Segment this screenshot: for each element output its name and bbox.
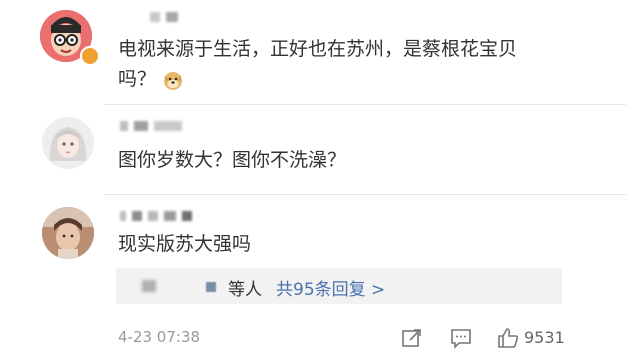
comment-text: 现实版苏大强吗 xyxy=(118,229,251,259)
like-icon[interactable] xyxy=(496,326,520,350)
view-replies-link[interactable]: 共95条回复 > xyxy=(276,275,385,300)
share-icon[interactable] xyxy=(400,326,424,350)
comment-text: 图你岁数大？图你不洗澡？ xyxy=(118,145,346,175)
verified-badge-icon xyxy=(80,46,100,66)
avatar-anime-girl xyxy=(42,117,94,169)
username-blurred[interactable] xyxy=(120,119,182,133)
comment-icon[interactable] xyxy=(449,326,473,350)
avatar[interactable] xyxy=(42,117,94,169)
username-blurred[interactable] xyxy=(150,10,178,24)
reply-user-blurred xyxy=(142,280,156,292)
comment-text-line1: 图你岁数大？图你不洗澡？ xyxy=(118,149,347,171)
like-count: 9531 xyxy=(524,328,565,347)
comment-item: 图你岁数大？图你不洗澡？ xyxy=(0,105,626,195)
comment-text-line1: 电视来源于生活，正好也在苏州，是蔡根花宝贝 xyxy=(118,38,518,60)
comment-item: 电视来源于生活，正好也在苏州，是蔡根花宝贝 吗？ xyxy=(0,0,626,105)
doge-emoji-icon xyxy=(162,69,184,91)
username-blurred[interactable] xyxy=(120,209,192,223)
comment-text-line1: 现实版苏大强吗 xyxy=(118,233,252,255)
timestamp: 4-23 07:38 xyxy=(118,328,201,346)
reply-user-blurred-2 xyxy=(206,282,216,292)
avatar-photo xyxy=(42,207,94,259)
replies-preview[interactable]: 等人 共95条回复 > xyxy=(116,268,562,304)
comment-footer: 4-23 07:38 9531 xyxy=(0,320,626,363)
avatar[interactable] xyxy=(42,207,94,259)
replies-wait-text: 等人 xyxy=(228,280,262,300)
comment-text-line2: 吗？ xyxy=(118,68,157,90)
comment-text: 电视来源于生活，正好也在苏州，是蔡根花宝贝 吗？ xyxy=(118,34,517,94)
